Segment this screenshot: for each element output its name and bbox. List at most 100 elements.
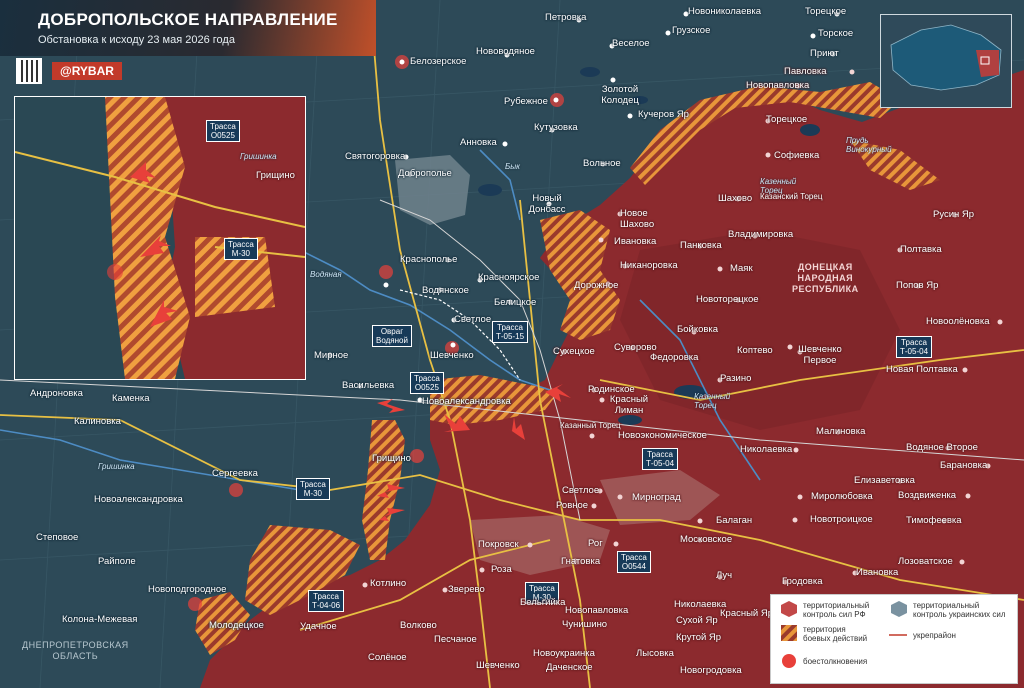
inset-map	[14, 96, 306, 380]
place-label: Роза	[491, 564, 512, 575]
place-label: Новониколаевка	[688, 6, 762, 17]
place-label: Новоподгородное	[148, 584, 227, 595]
place-label: Новоалександровка	[94, 494, 183, 505]
place-label: Вольное	[583, 158, 621, 169]
place-label: Белозерское	[410, 56, 467, 67]
legend-ua-control: территориальный контроль украинских сил	[913, 601, 1006, 619]
place-label: Сухецкое	[553, 346, 595, 357]
place-label: Попов Яр	[896, 280, 939, 291]
highway-label: Трасса О0525	[410, 372, 444, 394]
legend-fortified: укрепрайон	[913, 631, 956, 640]
place-label: Елизаветовка	[854, 475, 915, 486]
place-label: Бойковка	[677, 324, 719, 335]
highway-label: Трасса Т-05-15	[492, 321, 529, 343]
place-label: Даченское	[546, 662, 593, 673]
place-label: Крутой Яр	[676, 632, 722, 643]
place-label: Разино	[720, 373, 752, 384]
place-label: Владимировка	[728, 229, 794, 240]
place-label: Красноярское	[478, 272, 540, 283]
place-label: Светлое	[454, 314, 492, 325]
place-label: Шевченко Первое	[798, 344, 842, 366]
place-label: Новоэкономическое	[618, 430, 707, 441]
place-label: Новый Донбасс	[528, 193, 566, 215]
place-label: Новогродовка	[680, 665, 742, 676]
place-label: Павловка	[784, 66, 827, 77]
page-title: ДОБРОПОЛЬСКОЕ НАПРАВЛЕНИЕ	[38, 10, 338, 29]
place-label: Чунишино	[562, 619, 608, 630]
place-label: Доброполье	[398, 168, 452, 179]
place-label: Дорожное	[574, 280, 619, 291]
place-label: Волково	[400, 620, 437, 631]
place-label: Мирноград	[632, 492, 681, 503]
highway-label: Трасса Т-05-04	[896, 336, 933, 358]
place-label: Мирное	[314, 350, 349, 361]
page-subtitle: Обстановка к исходу 23 мая 2026 года	[38, 34, 235, 46]
place-label: Бельгийка	[520, 597, 566, 608]
legend-combat: территория боевых действий	[803, 625, 868, 643]
place-label: Светлое	[562, 485, 600, 496]
river-label: Гришинка	[240, 152, 277, 161]
place-label: Новопавловка	[746, 80, 810, 91]
place-label: Молодецкое	[209, 620, 264, 631]
place-label: Святогоровка	[345, 151, 406, 162]
place-label: Зверево	[448, 584, 485, 595]
place-label: Веселое	[612, 38, 650, 49]
place-label: Панковка	[680, 240, 722, 251]
highway-label: Трасса О0544	[617, 551, 651, 573]
highway-label: Трасса Т-04-06	[308, 590, 345, 612]
place-label: Грузское	[672, 25, 711, 36]
place-label: Красный Лиман	[609, 394, 649, 416]
place-label: Маяк	[730, 263, 753, 274]
place-label: Новоторецкое	[696, 294, 759, 305]
place-label: Приют	[810, 48, 839, 59]
river-label: Прудь Винокурный	[846, 136, 892, 154]
place-label: Белицкое	[494, 297, 537, 308]
place-label: Нововодяное	[476, 46, 535, 57]
place-label: Водянское	[422, 285, 469, 296]
place-label: Новое Шахово	[620, 208, 655, 230]
place-label: Русин Яр	[933, 209, 975, 220]
place-label: Песчаное	[434, 634, 477, 645]
place-label: Воздвиженка	[898, 490, 957, 501]
place-label: Степовое	[36, 532, 79, 543]
place-label: Андроновка	[30, 388, 83, 399]
place-label: Торецкое	[766, 114, 808, 125]
place-label: Торское	[818, 28, 854, 39]
highway-label: Трасса М-30	[296, 478, 330, 500]
place-label: Гнатовка	[561, 556, 601, 567]
region-label: ДНЕПРОПЕТРОВСКАЯ ОБЛАСТЬ	[22, 640, 129, 661]
place-label: Гродовка	[782, 576, 823, 587]
place-label: Красный Яр	[720, 608, 774, 619]
place-label: Никаноровка	[620, 260, 678, 271]
place-label: Коптево	[737, 345, 773, 356]
place-label: Казанский Торец	[760, 192, 823, 201]
brand-badge[interactable]: @RYBAR	[52, 62, 122, 80]
place-label: Рог	[588, 538, 603, 549]
river-label: Водяная	[310, 270, 342, 279]
place-label: Тимофеевка	[906, 515, 962, 526]
place-label: Московское	[680, 534, 733, 545]
place-label: Рубежное	[504, 96, 548, 107]
legend-clashes: боестолкновения	[803, 657, 868, 666]
place-label: Сергеевка	[212, 468, 258, 479]
place-label: Софиевка	[774, 150, 820, 161]
place-label: Калиновка	[74, 416, 121, 427]
place-label: Новоолёновка	[926, 316, 990, 327]
place-label: Новопавловка	[565, 605, 629, 616]
place-label: Новоалександровка	[422, 396, 511, 407]
place-label: Шахово	[718, 193, 753, 204]
place-label: Краснополье	[400, 254, 458, 265]
place-label: Грищино	[256, 170, 295, 181]
place-label: Удачное	[300, 621, 337, 632]
place-label: Золотой Колодец	[601, 84, 639, 106]
highway-label: Трасса О0525	[206, 120, 240, 142]
place-label: Котлино	[370, 578, 407, 589]
place-label: Малиновка	[816, 426, 866, 437]
river-label: Гришинка	[98, 462, 135, 471]
place-label: Кучеров Яр	[638, 109, 689, 120]
region-label: ДОНЕЦКАЯ НАРОДНАЯ РЕСПУБЛИКА	[792, 262, 859, 294]
place-label: Ровное	[556, 500, 589, 511]
locator-minimap	[880, 14, 1012, 108]
gully-label: Овраг Водяной	[372, 325, 412, 347]
place-label: Сухой Яр	[676, 615, 718, 626]
